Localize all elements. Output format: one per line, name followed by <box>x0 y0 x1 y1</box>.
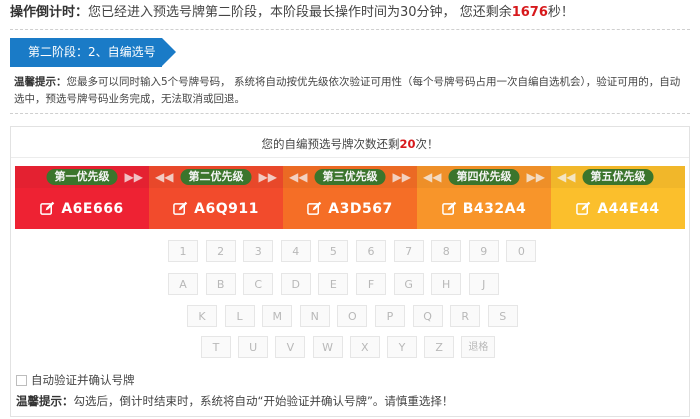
key-button[interactable]: C <box>243 273 274 295</box>
key-button[interactable]: 9 <box>468 240 499 262</box>
key-button[interactable]: J <box>468 273 499 295</box>
divider <box>10 29 690 30</box>
key-button[interactable]: B <box>205 273 236 295</box>
plate-number: A44E44 <box>597 200 660 217</box>
countdown-suffix: 秒！ <box>547 5 574 20</box>
countdown-label: 操作倒计时： <box>10 5 89 20</box>
tip-top: 温馨提示：您最多可以同时输入5个号牌号码， 系统将自动按优先级依次验证可用性（每… <box>14 74 690 108</box>
priority-badge: 第四优先级 <box>448 169 520 185</box>
key-button[interactable]: A <box>168 273 198 295</box>
auto-confirm-checkbox[interactable] <box>16 375 27 386</box>
key-button[interactable]: G <box>393 273 424 295</box>
key-button[interactable]: X <box>349 336 380 358</box>
plate-number: A6E666 <box>61 200 124 217</box>
key-button[interactable]: 2 <box>205 240 236 262</box>
divider <box>10 113 690 114</box>
chevron-right-icon: ▶▶ <box>258 170 277 184</box>
countdown-text: 您已经进入预选号牌第二阶段，本阶段最长操作时间为30分钟， 您还剩余 <box>88 5 512 20</box>
keyboard-row1: 1234567890 <box>0 240 700 264</box>
chevron-right-icon: ▶▶ <box>526 170 545 184</box>
plate-number: A3D567 <box>328 200 393 217</box>
remaining-count-text: 您的自编预选号牌次数还剩20次！ <box>261 137 439 151</box>
plate-slot-5[interactable]: ◀◀ 第五优先级 A44E44 <box>551 166 685 229</box>
auto-confirm-label[interactable]: 自动验证并确认号牌 <box>31 373 135 387</box>
key-button[interactable]: H <box>431 273 462 295</box>
key-button[interactable]: L <box>224 305 255 327</box>
priority-badge: 第一优先级 <box>46 169 118 185</box>
chevron-right-icon: ▶▶ <box>392 170 411 184</box>
key-button[interactable]: N <box>299 305 330 327</box>
key-button[interactable]: 8 <box>431 240 462 262</box>
tip-bottom-text: 勾选后，倒计时结束时，系统将自动“开始验证并确认号牌”。请慎重选择！ <box>73 394 454 408</box>
edit-icon <box>173 201 188 216</box>
key-button[interactable]: P <box>375 305 405 327</box>
key-button[interactable]: S <box>487 305 518 327</box>
key-button[interactable]: F <box>356 273 386 295</box>
tip-bottom: 温馨提示：勾选后，倒计时结束时，系统将自动“开始验证并确认号牌”。请慎重选择！ <box>16 393 453 409</box>
key-button[interactable]: 3 <box>243 240 274 262</box>
countdown-bar: 操作倒计时：您已经进入预选号牌第二阶段，本阶段最长操作时间为30分钟， 您还剩余… <box>10 4 574 22</box>
key-button[interactable]: U <box>238 336 269 358</box>
priority-badge: 第二优先级 <box>180 169 252 185</box>
plate-slot-3[interactable]: ◀◀ ▶▶ 第三优先级 A3D567 <box>283 166 417 229</box>
chevron-left-icon: ◀◀ <box>155 170 174 184</box>
slot-priority-header: ◀◀ 第五优先级 <box>551 166 685 188</box>
chevron-left-icon: ◀◀ <box>289 170 308 184</box>
key-button[interactable]: 7 <box>393 240 424 262</box>
edit-icon <box>307 201 322 216</box>
chevron-left-icon: ◀◀ <box>423 170 442 184</box>
key-button[interactable]: T <box>201 336 231 358</box>
remaining-count: 20 <box>399 137 416 151</box>
key-button[interactable]: Q <box>412 305 443 327</box>
key-button[interactable]: O <box>337 305 368 327</box>
edit-icon <box>441 201 457 216</box>
key-button[interactable]: 4 <box>280 240 311 262</box>
chevron-right-icon: ▶▶ <box>124 170 143 184</box>
key-button[interactable]: V <box>275 336 306 358</box>
slot-priority-header: ◀◀ ▶▶ 第二优先级 <box>149 166 283 188</box>
key-button[interactable]: W <box>312 336 343 358</box>
key-button[interactable]: Z <box>424 336 455 358</box>
priority-badge: 第三优先级 <box>314 169 386 185</box>
divider <box>11 157 689 158</box>
backspace-button[interactable]: 退格 <box>461 336 496 358</box>
keyboard-row4: T U V W X Y Z 退格 <box>0 336 700 360</box>
edit-icon <box>40 201 55 216</box>
plate-number: A6Q911 <box>194 200 259 217</box>
key-button[interactable]: D <box>280 273 311 295</box>
edit-icon <box>576 201 591 216</box>
tip-top-label: 温馨提示： <box>14 76 67 88</box>
plate-input[interactable]: B432A4 <box>417 188 551 229</box>
slot-priority-header: ◀◀ ▶▶ 第三优先级 <box>283 166 417 188</box>
plate-slot-1[interactable]: ▶▶ 第一优先级 A6E666 <box>15 166 149 229</box>
plate-slots: ▶▶ 第一优先级 A6E666 ◀◀ ▶▶ 第二优先级 A6Q911 ◀◀ ▶▶ 第三优先级 A3D… <box>15 166 685 229</box>
stage-label: 第二阶段：2、自编选号 <box>28 45 156 59</box>
keyboard-row3: KLMNOPQRS <box>0 305 700 329</box>
tip-top-text: 您最多可以同时输入5个号牌号码， 系统将自动按优先级依次验证可用性（每个号牌号码… <box>14 76 681 105</box>
key-button[interactable]: K <box>187 305 217 327</box>
key-button[interactable]: M <box>262 305 293 327</box>
slot-priority-header: ▶▶ 第一优先级 <box>15 166 149 188</box>
key-button[interactable]: 0 <box>506 240 537 262</box>
stage-tab: 第二阶段：2、自编选号 <box>10 38 176 67</box>
key-button[interactable]: 1 <box>168 240 198 262</box>
plate-slot-2[interactable]: ◀◀ ▶▶ 第二优先级 A6Q911 <box>149 166 283 229</box>
keyboard-row2: ABCDEFGHJ <box>0 273 700 297</box>
plate-number: B432A4 <box>462 200 527 217</box>
plate-input[interactable]: A6E666 <box>15 188 149 229</box>
key-button[interactable]: E <box>318 273 349 295</box>
countdown-seconds: 1676 <box>511 5 548 20</box>
tip-bottom-label: 温馨提示： <box>16 394 74 408</box>
key-button[interactable]: 5 <box>318 240 349 262</box>
plate-input[interactable]: A3D567 <box>283 188 417 229</box>
slot-priority-header: ◀◀ ▶▶ 第四优先级 <box>417 166 551 188</box>
key-button[interactable]: R <box>450 305 481 327</box>
priority-badge: 第五优先级 <box>582 169 654 185</box>
chevron-left-icon: ◀◀ <box>557 170 576 184</box>
plate-input[interactable]: A6Q911 <box>149 188 283 229</box>
key-button[interactable]: 6 <box>356 240 386 262</box>
key-button[interactable]: Y <box>387 336 417 358</box>
plate-slot-4[interactable]: ◀◀ ▶▶ 第四优先级 B432A4 <box>417 166 551 229</box>
plate-input[interactable]: A44E44 <box>551 188 685 229</box>
